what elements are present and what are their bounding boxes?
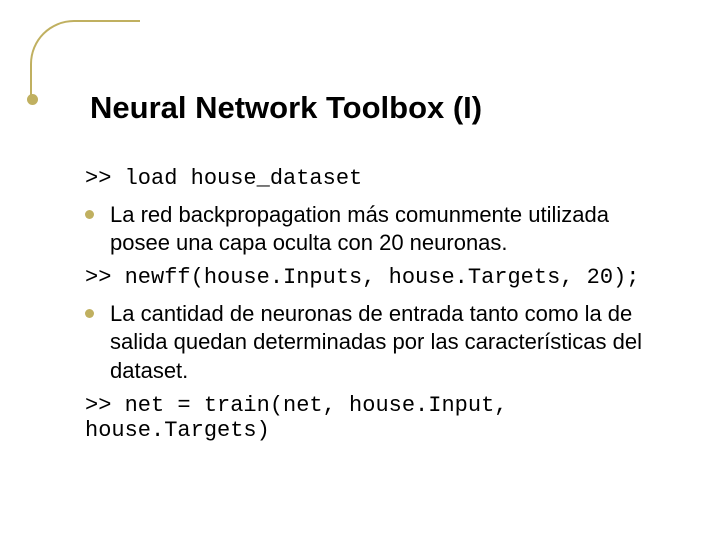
bullet-item-2: La cantidad de neuronas de entrada tanto… [85, 300, 660, 384]
code-line-newff: >> newff(house.Inputs, house.Targets, 20… [85, 265, 660, 290]
bullet-icon [85, 210, 94, 219]
bullet-icon [85, 309, 94, 318]
slide-title: Neural Network Toolbox (I) [90, 90, 660, 126]
bullet-item-1: La red backpropagation más comunmente ut… [85, 201, 660, 257]
slide: Neural Network Toolbox (I) >> load house… [0, 0, 720, 540]
bullet-text-2: La cantidad de neuronas de entrada tanto… [110, 300, 660, 384]
code-line-train: >> net = train(net, house.Input, house.T… [85, 393, 660, 443]
code-line-load: >> load house_dataset [85, 166, 660, 191]
decorative-dot [27, 94, 38, 105]
bullet-text-1: La red backpropagation más comunmente ut… [110, 201, 660, 257]
decorative-arc [30, 20, 140, 100]
